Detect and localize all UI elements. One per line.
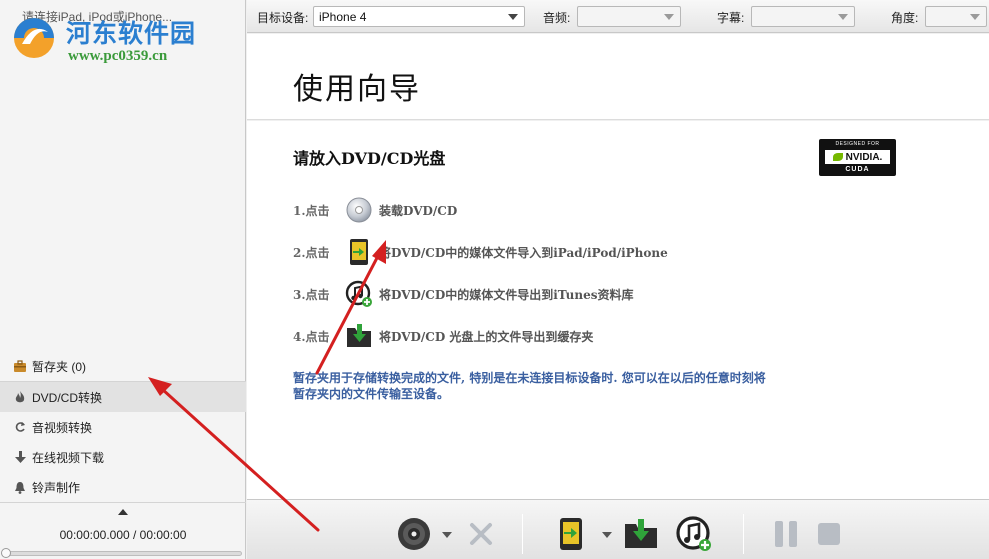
- angle-select[interactable]: [925, 6, 987, 27]
- sidebar-item-label: 铃声制作: [32, 480, 81, 495]
- badge-top-text: DESIGNED FOR: [835, 141, 880, 147]
- info-line-1: 暂存夹用于存储转换完成的文件, 特别是在未连接目标设备时. 您可以在以后的任意时…: [293, 371, 766, 385]
- slider-knob[interactable]: [1, 548, 11, 558]
- chevron-down-icon: [508, 14, 518, 20]
- briefcase-icon: [12, 359, 28, 375]
- sidebar: 请连接iPad, iPod或iPhone... 河东软件园 www.pc0359…: [0, 0, 246, 559]
- wizard-body: 请放入DVD/CD光盘 DESIGNED FOR NVIDIA. CUDA 1.…: [247, 121, 989, 499]
- itunes-add-icon: [676, 516, 711, 551]
- disc-icon: [398, 518, 430, 550]
- import-to-device-button[interactable]: [552, 515, 590, 553]
- step-text: 装载DVD/CD: [379, 203, 458, 218]
- flame-icon: [12, 389, 28, 405]
- sidebar-item-label: 暂存夹 (0): [32, 360, 87, 374]
- sidebar-item-cache[interactable]: 暂存夹 (0): [0, 352, 246, 382]
- chevron-down-icon: [838, 14, 848, 20]
- watermark: 河东软件园 www.pc0359.cn: [4, 10, 209, 70]
- pause-button[interactable]: [767, 515, 805, 553]
- sidebar-item-ringtone[interactable]: 铃声制作: [0, 472, 246, 502]
- sidebar-item-online-download[interactable]: 在线视频下载: [0, 442, 246, 472]
- convert-arrows-icon: [12, 419, 28, 435]
- sidebar-item-av-convert[interactable]: 音视频转换: [0, 412, 246, 442]
- bell-icon: [12, 479, 28, 495]
- bottom-toolbar: [247, 499, 989, 559]
- step-number: 4.点击: [293, 329, 330, 344]
- audio-label: 音频:: [543, 11, 571, 25]
- badge-bottom-text: CUDA: [845, 166, 870, 173]
- wizard-step-2: 2.点击 将DVD/CD中的媒体文件导入到iPad/iPod/iPhone: [293, 237, 668, 267]
- load-disc-button[interactable]: [395, 515, 433, 553]
- step-text: 将DVD/CD中的媒体文件导出到iTunes资料库: [379, 287, 634, 302]
- watermark-url: www.pc0359.cn: [68, 48, 168, 64]
- folder-download-icon[interactable]: [343, 321, 375, 351]
- step-number: 2.点击: [293, 245, 330, 260]
- sidebar-item-dvd-cd-convert[interactable]: DVD/CD转换: [0, 382, 246, 412]
- import-device-icon: [560, 518, 582, 550]
- audio-select[interactable]: [577, 6, 681, 27]
- step-text: 将DVD/CD 光盘上的文件导出到缓存夹: [379, 329, 594, 344]
- nvidia-eye-icon: [832, 153, 843, 161]
- toolbar-separator: [743, 514, 744, 554]
- watermark-logo-icon: [14, 18, 54, 58]
- cache-info-text: 暂存夹用于存储转换完成的文件, 特别是在未连接目标设备时. 您可以在以后的任意时…: [293, 370, 853, 402]
- sidebar-item-label: 在线视频下载: [32, 450, 105, 465]
- nvidia-cuda-badge: DESIGNED FOR NVIDIA. CUDA: [819, 139, 896, 176]
- wizard-header: 使用向导: [247, 34, 989, 120]
- chevron-down-icon: [664, 14, 674, 20]
- remove-button[interactable]: [462, 515, 500, 553]
- chevron-up-icon: [118, 504, 128, 518]
- load-disc-dropdown[interactable]: [442, 532, 452, 538]
- badge-brand-text: NVIDIA.: [845, 151, 883, 163]
- sidebar-item-label: 音视频转换: [32, 420, 93, 435]
- export-to-itunes-button[interactable]: [675, 515, 713, 553]
- step-number: 3.点击: [293, 287, 330, 302]
- time-display: 00:00:00.000 / 00:00:00: [59, 528, 187, 542]
- wizard-step-1: 1.点击 装载DVD/CD: [293, 195, 457, 225]
- angle-label: 角度:: [891, 11, 919, 25]
- options-bar: 目标设备: iPhone 4 音频: 字幕: 角度:: [247, 0, 989, 33]
- disc-icon[interactable]: [343, 195, 375, 225]
- wizard-step-4: 4.点击 将DVD/CD 光盘上的文件导出到缓存夹: [293, 321, 593, 351]
- target-device-value: iPhone 4: [319, 10, 367, 24]
- wizard-step-3: 3.点击 将DVD/CD中的媒体文件导出到iTunes资料库: [293, 279, 633, 309]
- pause-icon: [775, 521, 797, 547]
- step-number: 1.点击: [293, 203, 330, 218]
- export-to-cache-button[interactable]: [622, 515, 660, 553]
- import-dropdown[interactable]: [602, 532, 612, 538]
- watermark-title: 河东软件园: [66, 19, 197, 48]
- page-title: 使用向导: [293, 72, 421, 107]
- import-device-icon[interactable]: [343, 237, 375, 267]
- subtitle-select[interactable]: [751, 6, 855, 27]
- stop-button[interactable]: [810, 515, 848, 553]
- sidebar-menu: 暂存夹 (0) DVD/CD转换 音视频转换 在线视频下载 铃声制作: [0, 352, 246, 502]
- itunes-add-icon[interactable]: [343, 279, 375, 309]
- collapse-toggle[interactable]: [0, 502, 246, 518]
- subtitle-label: 字幕:: [717, 11, 745, 25]
- step-text: 将DVD/CD中的媒体文件导入到iPad/iPod/iPhone: [379, 245, 668, 260]
- toolbar-separator: [522, 514, 523, 554]
- target-device-select[interactable]: iPhone 4: [313, 6, 525, 27]
- info-line-2: 暂存夹内的文件传输至设备。: [293, 387, 450, 401]
- playback-slider[interactable]: [1, 548, 242, 558]
- chevron-down-icon: [970, 14, 980, 20]
- stop-icon: [818, 523, 840, 545]
- sidebar-item-label: DVD/CD转换: [32, 390, 103, 405]
- download-arrow-icon: [12, 449, 28, 465]
- insert-disc-heading: 请放入DVD/CD光盘: [293, 149, 446, 168]
- close-icon: [470, 523, 492, 545]
- folder-download-icon: [625, 519, 657, 548]
- target-device-label: 目标设备:: [257, 11, 309, 25]
